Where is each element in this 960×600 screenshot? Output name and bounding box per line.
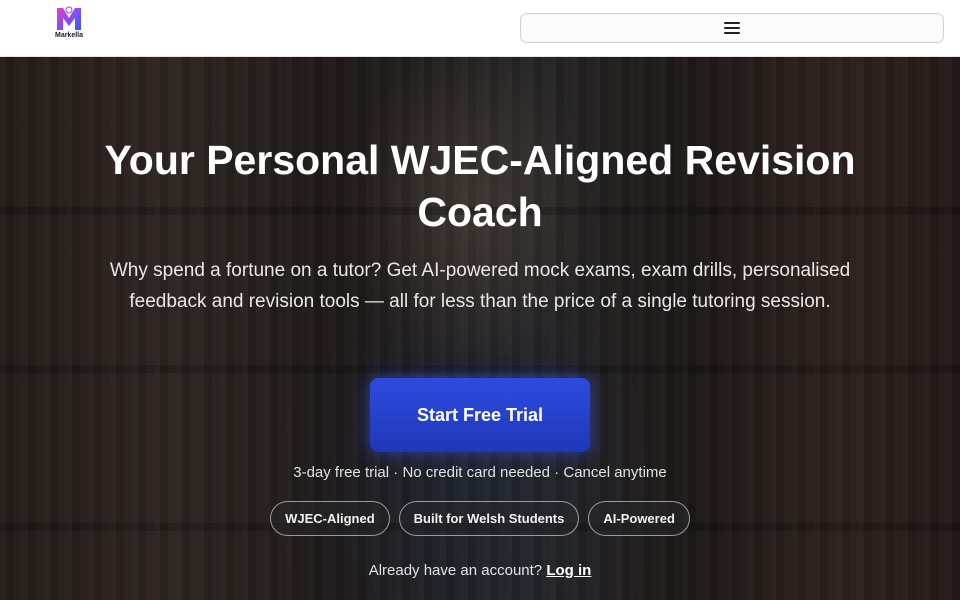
logo-text: Markella [54,32,84,39]
feature-badges: WJEC-Aligned Built for Welsh Students AI… [0,501,960,536]
hero-subtext: Why spend a fortune on a tutor? Get AI-p… [109,260,851,312]
trial-note: 3-day free trial · No credit card needed… [293,464,667,481]
login-line: Already have an account? Log in [0,562,960,579]
hamburger-icon [724,22,740,34]
menu-button[interactable] [520,13,944,43]
logo-m-icon [57,6,81,30]
badge-ai-powered: AI-Powered [588,501,690,536]
markella-logo[interactable]: Markella [50,5,88,43]
hero-headline: Your Personal WJEC-Aligned Revision Coac… [104,137,856,235]
start-free-trial-button[interactable]: Start Free Trial [370,378,590,452]
badge-welsh-students: Built for Welsh Students [398,501,580,536]
badge-wjec-aligned: WJEC-Aligned [270,501,390,536]
login-prompt: Already have an account? [368,562,543,579]
hero-content: Your Personal WJEC-Aligned Revision Coac… [0,57,960,600]
login-link[interactable]: Log in [546,562,591,579]
hero-section: Your Personal WJEC-Aligned Revision Coac… [0,57,960,600]
top-header: Markella [0,0,960,57]
